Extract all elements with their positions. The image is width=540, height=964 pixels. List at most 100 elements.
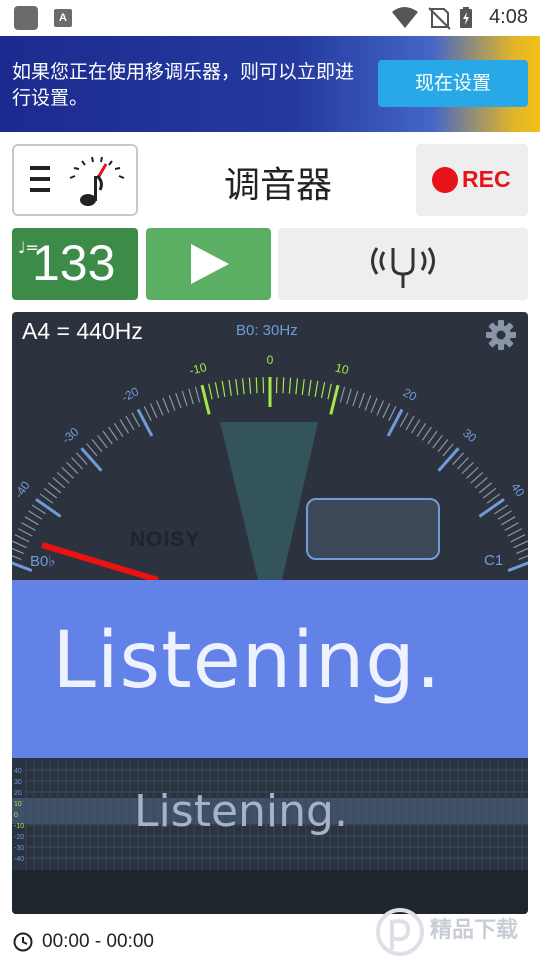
history-axis-label: 30	[14, 779, 22, 786]
gauge-tick	[501, 517, 515, 525]
gauge-tick	[48, 483, 61, 493]
gauge-tick	[283, 377, 284, 393]
gauge-tick	[516, 547, 528, 553]
menu-icon	[30, 166, 50, 192]
gauge-tick-label: 10	[334, 361, 351, 378]
gauge-tick-label: -20	[119, 384, 141, 405]
gauge-tick	[176, 393, 181, 408]
gauge-tick-label: 20	[401, 385, 420, 404]
gauge-tick	[215, 382, 218, 398]
transpose-banner: 如果您正在使用移调乐器，则可以立即进行设置。 现在设置	[0, 36, 540, 132]
gauge-tick	[322, 382, 325, 398]
gauge-tick	[229, 380, 231, 396]
gauge-tick	[109, 427, 118, 440]
gauge-tick	[25, 517, 39, 525]
reference-pitch[interactable]: A4 = 440Hz	[22, 318, 143, 345]
gauge-tick	[371, 398, 377, 413]
gauge-tick	[457, 458, 468, 470]
gauge-tick	[302, 379, 304, 395]
gauge-tick	[377, 401, 383, 416]
banner-message: 如果您正在使用移调乐器，则可以立即进行设置。	[12, 59, 362, 111]
gauge-tick	[62, 467, 74, 478]
gauge-tick	[92, 439, 102, 452]
gauge-tick	[412, 420, 420, 434]
a-icon: A	[54, 9, 72, 27]
gauge-tick	[150, 403, 157, 418]
play-button[interactable]	[146, 228, 271, 300]
gauge-tick-label: 0	[267, 353, 274, 367]
gauge-tick	[417, 423, 426, 436]
bpm-button[interactable]: ♩= 133	[12, 228, 138, 300]
gauge-tick	[331, 385, 338, 414]
time-range: 00:00 - 00:00	[42, 931, 154, 953]
lower-note-label: B0♭	[30, 552, 55, 570]
gauge-tick-label: 40	[508, 480, 527, 499]
gauge-tick	[340, 387, 344, 403]
gauge-tick	[57, 472, 69, 483]
gauge-tick	[428, 431, 437, 444]
gauge-tick	[438, 439, 448, 452]
gauge-tick	[347, 389, 352, 404]
gauge-tick	[12, 547, 24, 553]
gauge-tick	[222, 381, 225, 397]
gauge-tick	[406, 416, 414, 430]
settings-gear-icon[interactable]	[484, 318, 518, 352]
gauge-tick	[189, 389, 194, 404]
gauge-tick	[163, 398, 169, 413]
gauge-tick	[67, 462, 78, 473]
watermark-logo: 精品下载	[372, 902, 540, 960]
gauge-tick	[508, 560, 528, 571]
setup-now-button[interactable]: 现在设置	[378, 60, 528, 107]
record-button[interactable]: REC	[416, 144, 528, 216]
battery-charging-icon	[460, 7, 472, 28]
record-label: REC	[462, 166, 511, 193]
gauge-tick	[209, 384, 212, 400]
gauge-tick	[120, 420, 128, 434]
gauge-tick	[433, 435, 443, 448]
gauge-tick	[309, 380, 311, 396]
tuning-fork-button[interactable]	[278, 228, 528, 300]
gauge-tick	[467, 467, 479, 478]
gauge-tick	[195, 387, 199, 403]
menu-button[interactable]	[12, 144, 138, 216]
tuner-gauge: -50-40-30-20-1001020304050	[12, 312, 528, 580]
note-display-box	[306, 498, 440, 560]
gauge-tick	[236, 379, 238, 395]
gauge-tick	[15, 535, 29, 542]
record-icon	[432, 167, 458, 193]
gauge-tick	[383, 403, 390, 418]
gauge-tick	[439, 448, 459, 471]
gauge-tick	[12, 554, 21, 560]
clock-icon	[12, 931, 34, 953]
gauge-tick	[44, 488, 57, 498]
gauge-tick-label: 30	[460, 426, 480, 446]
gauge-tick	[144, 406, 151, 420]
history-axis-label: 40	[14, 768, 22, 775]
listening-status: Listening.	[12, 616, 482, 706]
app-icon	[14, 6, 38, 30]
gauge-tick	[202, 385, 209, 414]
gauge-tick	[132, 413, 140, 427]
status-bar: A 4:08	[0, 0, 540, 36]
gauge-tick	[462, 462, 473, 473]
tuning-fork-icon	[278, 228, 528, 300]
upper-note-label: C1	[484, 552, 503, 569]
gauge-tick	[400, 413, 408, 427]
gauge-tick	[182, 391, 187, 406]
gauge-tick	[72, 458, 83, 470]
watermark-text: 精品下载	[430, 912, 518, 944]
gauge-tick	[289, 378, 290, 394]
gauge-tick-label: -30	[59, 424, 82, 446]
gauge-tick	[169, 395, 175, 410]
wifi-icon	[392, 7, 418, 28]
pitch-history-graph: 403020100-10-20-30-40 Listening.	[12, 758, 528, 870]
gauge-tick	[249, 378, 250, 394]
bpm-value: 133	[32, 234, 115, 292]
gauge-tick	[508, 529, 522, 537]
gauge-tick	[256, 377, 257, 393]
system-icons	[392, 6, 492, 30]
gauge-tick	[114, 423, 123, 436]
gauge-tick	[296, 378, 298, 394]
gauge-tick	[126, 416, 134, 430]
play-icon	[146, 228, 271, 300]
